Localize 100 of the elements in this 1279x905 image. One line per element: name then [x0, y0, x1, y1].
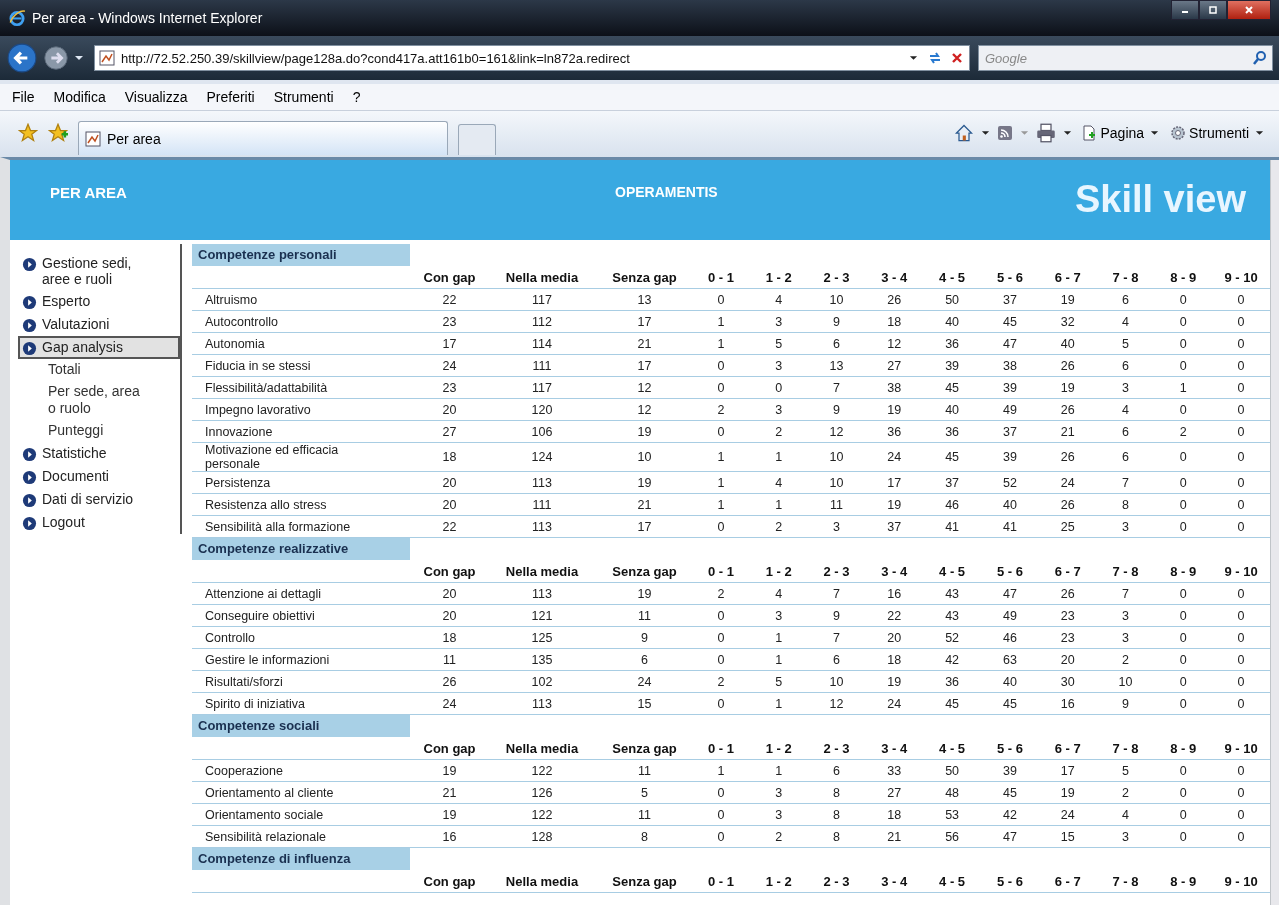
column-header: 7 - 8 — [1111, 269, 1140, 285]
page-add-icon — [1081, 125, 1098, 141]
sidebar-subitem[interactable]: Punteggi — [18, 420, 148, 442]
caret-icon[interactable] — [981, 130, 991, 136]
table-cell-text: 26 — [1059, 402, 1076, 417]
table-cell-text: 0 — [1178, 763, 1188, 778]
table-cell-text: 21 — [1059, 424, 1076, 439]
skill-name: Autonomia — [204, 336, 266, 351]
table-cell-text: 10 — [1117, 674, 1134, 689]
sidebar-item[interactable]: Esperto — [18, 290, 180, 313]
caret-icon[interactable] — [909, 55, 918, 61]
caret-icon[interactable] — [74, 55, 84, 61]
table-cell-text: 125 — [530, 630, 554, 645]
menu-item[interactable]: Modifica — [53, 89, 106, 105]
table-cell-text: 50 — [944, 292, 961, 307]
skill-name: Spirito di iniziativa — [204, 696, 307, 711]
print-icon[interactable] — [1036, 123, 1057, 143]
table-cell-text: 5 — [640, 785, 649, 800]
refresh-icon[interactable] — [927, 50, 943, 66]
skill-name: Fiducia in se stessi — [204, 358, 312, 373]
table-cell-text: 19 — [1059, 292, 1076, 307]
search-icon[interactable] — [1252, 50, 1268, 66]
sidebar-item[interactable]: Documenti — [18, 465, 180, 488]
back-button[interactable] — [6, 42, 38, 74]
table-cell-text: 0 — [1178, 829, 1188, 844]
column-header: 6 - 7 — [1053, 740, 1082, 756]
company-name: OPERAMENTIS — [615, 184, 718, 200]
table-cell-text: 5 — [1121, 336, 1130, 351]
section-title: Competenze personali — [192, 244, 410, 266]
table-cell-text: 112 — [531, 314, 553, 329]
table-cell-text: 0 — [1178, 402, 1188, 417]
table-cell-text: 0 — [1236, 829, 1246, 844]
table-cell-text: 0 — [1236, 292, 1246, 307]
table-cell-text: 26 — [1059, 358, 1076, 373]
sidebar-subitem[interactable]: Totali — [18, 359, 148, 381]
table-cell-text: 19 — [441, 807, 458, 822]
table-cell-text: 6 — [832, 336, 841, 351]
scrollbar[interactable] — [1270, 160, 1279, 905]
table-cell-text: 2 — [1178, 424, 1188, 439]
menu-item[interactable]: Preferiti — [206, 89, 255, 105]
browser-tab[interactable]: Per area — [78, 121, 448, 155]
table-cell-text: 37 — [1001, 292, 1018, 307]
sidebar-item[interactable]: Valutazioni — [18, 313, 180, 336]
caret-icon[interactable] — [1063, 130, 1073, 136]
table-cell-text: 0 — [716, 785, 726, 800]
table-cell-text: 17 — [1059, 763, 1076, 778]
column-header: 4 - 5 — [938, 563, 967, 579]
table-cell-text: 0 — [1236, 696, 1246, 711]
table-cell-text: 0 — [716, 829, 726, 844]
table-cell-text: 7 — [832, 380, 841, 395]
table-cell-text: 17 — [636, 358, 653, 373]
table-cell-text: 17 — [886, 475, 903, 490]
menu-item[interactable]: File — [12, 89, 35, 105]
sidebar-item[interactable]: Dati di servizio — [18, 488, 180, 511]
menu-item[interactable]: ? — [352, 89, 361, 105]
search-field[interactable]: Google — [978, 45, 1273, 71]
table-cell-text: 3 — [1121, 519, 1130, 534]
tools-menu-button[interactable]: Strumenti — [1168, 125, 1269, 141]
sidebar-item[interactable]: Statistiche — [18, 442, 180, 465]
sidebar-item[interactable]: Gestione sedi, aree e ruoli — [18, 252, 180, 290]
sidebar-label: Gap analysis — [42, 339, 123, 355]
sidebar-item[interactable]: Gap analysis — [18, 336, 180, 359]
star-icon[interactable] — [18, 123, 38, 143]
table-cell-text: 17 — [441, 336, 458, 351]
close-button[interactable] — [1227, 0, 1271, 20]
menu-item[interactable]: Strumenti — [273, 89, 334, 105]
table-cell-text: 22 — [441, 519, 458, 534]
column-header: 9 - 10 — [1223, 269, 1259, 285]
table-cell-text: 0 — [1236, 652, 1246, 667]
skill-name: Orientamento al cliente — [204, 785, 335, 800]
maximize-button[interactable] — [1199, 0, 1227, 20]
table-cell-text: 25 — [1059, 519, 1076, 534]
feed-icon[interactable] — [997, 125, 1014, 141]
sidebar-subitem[interactable]: Per sede, area o ruolo — [18, 381, 148, 420]
sidebar-label: Valutazioni — [42, 316, 110, 332]
table-cell-text: 10 — [828, 292, 845, 307]
table-cell-text: 121 — [530, 608, 554, 623]
skill-name: Risultati/sforzi — [204, 674, 284, 689]
table-cell-text: 45 — [1001, 314, 1018, 329]
table-cell-text: 19 — [636, 586, 653, 601]
sidebar-item[interactable]: Logout — [18, 511, 180, 534]
menu-item[interactable]: Visualizza — [124, 89, 188, 105]
column-header: 0 - 1 — [706, 269, 735, 285]
home-icon[interactable] — [954, 123, 975, 143]
column-header: 3 - 4 — [880, 269, 909, 285]
table-cell-text: 5 — [1121, 763, 1130, 778]
table-cell-text: 33 — [886, 763, 903, 778]
table-cell-text: 2 — [716, 586, 726, 601]
page-menu-button[interactable]: Pagina — [1079, 125, 1165, 141]
section-title: Competenze sociali — [192, 715, 410, 737]
table-cell-text: 2 — [716, 674, 726, 689]
table-cell-text: 26 — [886, 292, 903, 307]
address-field[interactable]: http://72.52.250.39/skillview/page128a.do?cond417a.att161b0=161&link=ln872a.redirect — [94, 45, 970, 71]
forward-button[interactable] — [42, 44, 70, 72]
sidebar-label: Esperto — [42, 293, 91, 309]
table-cell-text: 0 — [1178, 450, 1188, 464]
add-favorite-icon[interactable] — [48, 123, 68, 143]
minimize-button[interactable] — [1171, 0, 1199, 20]
table-cell-text: 3 — [1121, 608, 1130, 623]
table-cell-text: 2 — [774, 829, 784, 844]
